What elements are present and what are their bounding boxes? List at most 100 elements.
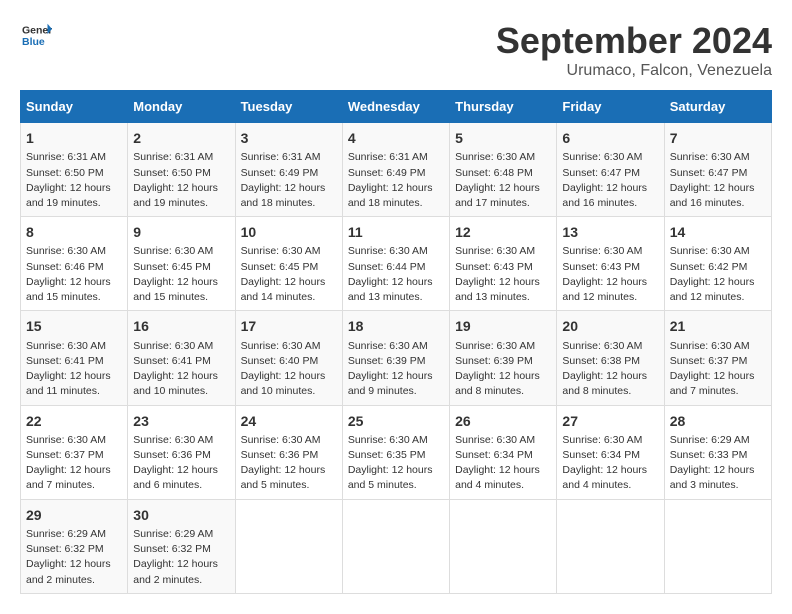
daylight-label: Daylight: 12 hours and 8 minutes. <box>455 370 540 397</box>
sunset-label: Sunset: 6:32 PM <box>26 543 104 555</box>
sunset-label: Sunset: 6:43 PM <box>562 261 640 273</box>
daylight-label: Daylight: 12 hours and 10 minutes. <box>241 370 326 397</box>
day-number: 12 <box>455 222 551 242</box>
calendar-cell: 4Sunrise: 6:31 AMSunset: 6:49 PMDaylight… <box>342 123 449 217</box>
daylight-label: Daylight: 12 hours and 18 minutes. <box>241 182 326 209</box>
sunrise-label: Sunrise: 6:30 AM <box>455 245 535 257</box>
sunset-label: Sunset: 6:46 PM <box>26 261 104 273</box>
sunrise-label: Sunrise: 6:30 AM <box>348 245 428 257</box>
sunset-label: Sunset: 6:49 PM <box>241 167 319 179</box>
col-header-saturday: Saturday <box>664 91 771 123</box>
sunset-label: Sunset: 6:37 PM <box>670 355 748 367</box>
calendar-cell: 18Sunrise: 6:30 AMSunset: 6:39 PMDayligh… <box>342 311 449 405</box>
sunset-label: Sunset: 6:50 PM <box>133 167 211 179</box>
calendar-cell: 7 Sunrise: 6:30 AM Sunset: 6:47 PM Daylight… <box>664 123 771 217</box>
sunset-label: Sunset: 6:36 PM <box>133 449 211 461</box>
daylight-label: Daylight: 12 hours and 4 minutes. <box>455 464 540 491</box>
sunset-label: Sunset: 6:40 PM <box>241 355 319 367</box>
calendar-cell: 1Sunrise: 6:31 AMSunset: 6:50 PMDaylight… <box>21 123 128 217</box>
sunrise-label: Sunrise: 6:30 AM <box>241 434 321 446</box>
day-number: 25 <box>348 411 444 431</box>
calendar-row-2: 8 Sunrise: 6:30 AM Sunset: 6:46 PM Daylight… <box>21 217 772 311</box>
calendar-cell: 16Sunrise: 6:30 AMSunset: 6:41 PMDayligh… <box>128 311 235 405</box>
sunrise-label: Sunrise: 6:30 AM <box>670 245 750 257</box>
calendar-row-1: 1Sunrise: 6:31 AMSunset: 6:50 PMDaylight… <box>21 123 772 217</box>
sunrise-label: Sunrise: 6:30 AM <box>241 340 321 352</box>
daylight-label: Daylight: 12 hours and 7 minutes. <box>26 464 111 491</box>
calendar-cell: 5Sunrise: 6:30 AMSunset: 6:48 PMDaylight… <box>450 123 557 217</box>
calendar-cell: 6Sunrise: 6:30 AMSunset: 6:47 PMDaylight… <box>557 123 664 217</box>
col-header-friday: Friday <box>557 91 664 123</box>
sunset-label: Sunset: 6:43 PM <box>455 261 533 273</box>
calendar-cell: 13Sunrise: 6:30 AMSunset: 6:43 PMDayligh… <box>557 217 664 311</box>
calendar-cell: 17 Sunrise: 6:30 AM Sunset: 6:40 PM Dayligh… <box>235 311 342 405</box>
daylight-label: Daylight: 12 hours and 14 minutes. <box>241 276 326 303</box>
calendar-cell <box>557 499 664 593</box>
daylight-label: Daylight: 12 hours and 19 minutes. <box>26 182 111 209</box>
daylight-label: Daylight: 12 hours and 2 minutes. <box>133 558 218 585</box>
calendar-cell: 23Sunrise: 6:30 AMSunset: 6:36 PMDayligh… <box>128 405 235 499</box>
day-number: 26 <box>455 411 551 431</box>
calendar-table: SundayMondayTuesdayWednesdayThursdayFrid… <box>20 90 772 594</box>
daylight-label: Daylight: 12 hours and 10 minutes. <box>133 370 218 397</box>
day-number: 17 <box>241 316 337 336</box>
sunset-label: Sunset: 6:47 PM <box>670 167 748 179</box>
sunset-label: Sunset: 6:45 PM <box>241 261 319 273</box>
calendar-cell: 25Sunrise: 6:30 AMSunset: 6:35 PMDayligh… <box>342 405 449 499</box>
day-number: 27 <box>562 411 658 431</box>
calendar-cell: 14Sunrise: 6:30 AMSunset: 6:42 PMDayligh… <box>664 217 771 311</box>
day-number: 3 <box>241 128 337 148</box>
sunrise-label: Sunrise: 6:30 AM <box>455 151 535 163</box>
daylight-label: Daylight: 12 hours and 3 minutes. <box>670 464 755 491</box>
sunset-label: Sunset: 6:49 PM <box>348 167 426 179</box>
sunrise-label: Sunrise: 6:30 AM <box>670 151 750 163</box>
month-title: September 2024 <box>496 20 772 62</box>
col-header-tuesday: Tuesday <box>235 91 342 123</box>
logo: General Blue <box>20 20 52 55</box>
logo-icon: General Blue <box>22 20 52 50</box>
calendar-cell: 15Sunrise: 6:30 AMSunset: 6:41 PMDayligh… <box>21 311 128 405</box>
daylight-label: Daylight: 12 hours and 8 minutes. <box>562 370 647 397</box>
sunset-label: Sunset: 6:35 PM <box>348 449 426 461</box>
calendar-cell: 29Sunrise: 6:29 AMSunset: 6:32 PMDayligh… <box>21 499 128 593</box>
sunrise-label: Sunrise: 6:31 AM <box>133 151 213 163</box>
daylight-label: Daylight: 12 hours and 13 minutes. <box>455 276 540 303</box>
svg-text:Blue: Blue <box>22 36 45 48</box>
daylight-label: Daylight: 12 hours and 2 minutes. <box>26 558 111 585</box>
calendar-cell: 22Sunrise: 6:30 AMSunset: 6:37 PMDayligh… <box>21 405 128 499</box>
calendar-cell: 8Sunrise: 6:30 AMSunset: 6:46 PMDaylight… <box>21 217 128 311</box>
day-number: 5 <box>455 128 551 148</box>
col-header-sunday: Sunday <box>21 91 128 123</box>
calendar-cell: 24Sunrise: 6:30 AMSunset: 6:36 PMDayligh… <box>235 405 342 499</box>
calendar-row-4: 22Sunrise: 6:30 AMSunset: 6:37 PMDayligh… <box>21 405 772 499</box>
sunset-label: Sunset: 6:39 PM <box>348 355 426 367</box>
sunrise-label: Sunrise: 6:30 AM <box>562 245 642 257</box>
day-number: 16 <box>133 316 229 336</box>
sunset-label: Sunset: 6:32 PM <box>133 543 211 555</box>
sunset-label: Sunset: 6:41 PM <box>26 355 104 367</box>
sunrise-label: Sunrise: 6:29 AM <box>26 528 106 540</box>
day-number: 6 <box>562 128 658 148</box>
day-number: 7 <box>670 128 766 148</box>
day-number: 8 <box>26 222 122 242</box>
calendar-cell <box>235 499 342 593</box>
sunrise-label: Sunrise: 6:30 AM <box>562 151 642 163</box>
daylight-label: Daylight: 12 hours and 16 minutes. <box>670 182 755 209</box>
sunset-label: Sunset: 6:34 PM <box>455 449 533 461</box>
calendar-header-row: SundayMondayTuesdayWednesdayThursdayFrid… <box>21 91 772 123</box>
sunrise-label: Sunrise: 6:31 AM <box>348 151 428 163</box>
sunset-label: Sunset: 6:50 PM <box>26 167 104 179</box>
day-number: 10 <box>241 222 337 242</box>
daylight-label: Daylight: 12 hours and 15 minutes. <box>26 276 111 303</box>
page-header: General Blue September 2024 Urumaco, Fal… <box>20 20 772 80</box>
calendar-cell: 3Sunrise: 6:31 AMSunset: 6:49 PMDaylight… <box>235 123 342 217</box>
calendar-cell: 11Sunrise: 6:30 AMSunset: 6:44 PMDayligh… <box>342 217 449 311</box>
sunrise-label: Sunrise: 6:29 AM <box>133 528 213 540</box>
sunrise-label: Sunrise: 6:30 AM <box>133 434 213 446</box>
calendar-cell: 21Sunrise: 6:30 AMSunset: 6:37 PMDayligh… <box>664 311 771 405</box>
sunset-label: Sunset: 6:44 PM <box>348 261 426 273</box>
daylight-label: Daylight: 12 hours and 4 minutes. <box>562 464 647 491</box>
daylight-label: Daylight: 12 hours and 7 minutes. <box>670 370 755 397</box>
calendar-cell: 19Sunrise: 6:30 AMSunset: 6:39 PMDayligh… <box>450 311 557 405</box>
calendar-cell <box>342 499 449 593</box>
